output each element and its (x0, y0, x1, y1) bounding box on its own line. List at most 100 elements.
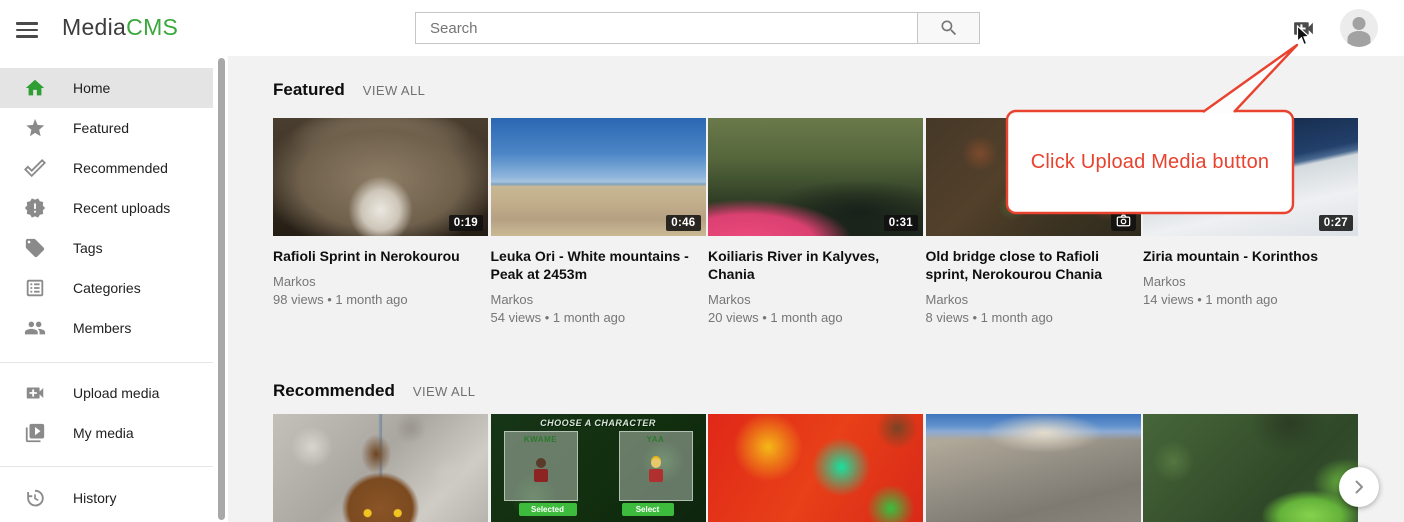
sidebar: Home Featured Recommended Recent uploads… (0, 56, 228, 522)
video-thumbnail[interactable] (1143, 414, 1358, 522)
sidebar-item-label: Members (73, 320, 131, 336)
sidebar-item-label: Recommended (73, 160, 168, 176)
game-character-panel: KWAME (504, 431, 578, 501)
history-icon (24, 487, 46, 509)
game-character-panel: YAA (619, 431, 693, 501)
logo-media: Media (62, 14, 126, 40)
media-author[interactable]: Markos (491, 291, 706, 309)
game-character-name: KWAME (505, 435, 577, 444)
sidebar-divider (0, 362, 213, 363)
sidebar-item-my-media[interactable]: My media (0, 413, 213, 453)
game-select-button: Select (622, 503, 674, 516)
media-card: 0:19 Rafioli Sprint in Nerokourou Markos… (273, 118, 488, 327)
media-meta: 54 views • 1 month ago (491, 309, 706, 327)
view-all-link[interactable]: VIEW ALL (413, 384, 475, 399)
game-character-name: YAA (620, 435, 692, 444)
user-avatar[interactable] (1340, 9, 1378, 47)
video-thumbnail[interactable]: 0:27 (1143, 118, 1358, 236)
new-releases-icon (24, 197, 46, 219)
sidebar-item-label: Home (73, 80, 110, 96)
media-card: 0:27 Ziria mountain - Korinthos Markos 1… (1143, 118, 1358, 327)
duration-badge: 0:27 (1319, 215, 1353, 231)
logo-cms: CMS (126, 14, 178, 40)
list-icon (24, 277, 46, 299)
sidebar-media-group: Upload media My media (0, 373, 213, 453)
person-icon (1340, 9, 1378, 47)
featured-card-row: 0:19 Rafioli Sprint in Nerokourou Markos… (273, 118, 1363, 327)
double-check-icon (24, 157, 46, 179)
sidebar-item-recent-uploads[interactable]: Recent uploads (0, 188, 213, 228)
app-logo[interactable]: MediaCMS (62, 14, 178, 41)
star-icon (24, 117, 46, 139)
media-card: Old bridge close to Rafioli sprint, Nero… (926, 118, 1141, 327)
media-author[interactable]: Markos (1143, 273, 1358, 291)
chevron-right-icon (1351, 479, 1367, 495)
top-bar: MediaCMS (0, 0, 1404, 56)
menu-icon[interactable] (16, 18, 40, 38)
media-author[interactable]: Markos (273, 273, 488, 291)
sidebar-item-tags[interactable]: Tags (0, 228, 213, 268)
search-bar (415, 12, 980, 44)
media-meta: 14 views • 1 month ago (1143, 291, 1358, 309)
sidebar-item-label: Categories (73, 280, 141, 296)
media-card (273, 414, 488, 522)
carousel-next-button[interactable] (1339, 467, 1379, 507)
sidebar-primary-group: Home Featured Recommended Recent uploads… (0, 68, 213, 348)
video-thumbnail[interactable] (708, 414, 923, 522)
media-meta: 8 views • 1 month ago (926, 309, 1141, 327)
video-thumbnail[interactable] (273, 414, 488, 522)
image-thumbnail[interactable] (926, 118, 1141, 236)
media-card (926, 414, 1141, 522)
media-card: 0:31 Koiliaris River in Kalyves, Chania … (708, 118, 923, 327)
search-button[interactable] (917, 13, 979, 43)
sidebar-item-label: Recent uploads (73, 200, 170, 216)
video-thumbnail[interactable]: 0:46 (491, 118, 706, 236)
photo-badge (1111, 209, 1136, 231)
mouse-cursor (1296, 25, 1311, 47)
duration-badge: 0:46 (666, 215, 700, 231)
sidebar-scrollbar[interactable] (218, 58, 225, 520)
game-thumb-heading: CHOOSE A CHARACTER (491, 418, 706, 428)
media-title[interactable]: Old bridge close to Rafioli sprint, Nero… (926, 247, 1141, 283)
camera-icon (1116, 214, 1131, 227)
media-card: 0:46 Leuka Ori - White mountains - Peak … (491, 118, 706, 327)
game-character-figure (534, 458, 548, 482)
media-author[interactable]: Markos (926, 291, 1141, 309)
sidebar-item-label: History (73, 490, 117, 506)
video-call-icon (24, 382, 46, 404)
media-card: CHOOSE A CHARACTER KWAME YAA Selected Se… (491, 414, 706, 522)
sidebar-item-label: Tags (73, 240, 103, 256)
game-selected-button: Selected (519, 503, 577, 516)
section-title: Recommended (273, 381, 395, 401)
video-thumbnail[interactable]: 0:31 (708, 118, 923, 236)
sidebar-item-label: Featured (73, 120, 129, 136)
game-character-figure (649, 458, 663, 482)
media-author[interactable]: Markos (708, 291, 923, 309)
media-title[interactable]: Leuka Ori - White mountains - Peak at 24… (491, 247, 706, 283)
sidebar-item-featured[interactable]: Featured (0, 108, 213, 148)
people-icon (24, 317, 46, 339)
section-title: Featured (273, 80, 345, 100)
video-thumbnail[interactable]: CHOOSE A CHARACTER KWAME YAA Selected Se… (491, 414, 706, 522)
sidebar-item-members[interactable]: Members (0, 308, 213, 348)
view-all-link[interactable]: VIEW ALL (363, 83, 425, 98)
sidebar-item-recommended[interactable]: Recommended (0, 148, 213, 188)
video-thumbnail[interactable]: 0:19 (273, 118, 488, 236)
sidebar-item-upload-media[interactable]: Upload media (0, 373, 213, 413)
main-content: Featured VIEW ALL 0:19 Rafioli Sprint in… (228, 56, 1404, 522)
media-title[interactable]: Koiliaris River in Kalyves, Chania (708, 247, 923, 283)
media-title[interactable]: Ziria mountain - Korinthos (1143, 247, 1358, 265)
video-thumbnail[interactable] (926, 414, 1141, 522)
sidebar-divider (0, 466, 213, 467)
duration-badge: 0:31 (884, 215, 918, 231)
search-input[interactable] (416, 13, 917, 43)
sidebar-item-categories[interactable]: Categories (0, 268, 213, 308)
media-meta: 20 views • 1 month ago (708, 309, 923, 327)
media-meta: 98 views • 1 month ago (273, 291, 488, 309)
sidebar-item-home[interactable]: Home (0, 68, 213, 108)
sidebar-item-history[interactable]: History (0, 478, 213, 518)
video-library-icon (24, 422, 46, 444)
media-title[interactable]: Rafioli Sprint in Nerokourou (273, 247, 488, 265)
media-card (1143, 414, 1358, 522)
search-icon (939, 18, 959, 38)
